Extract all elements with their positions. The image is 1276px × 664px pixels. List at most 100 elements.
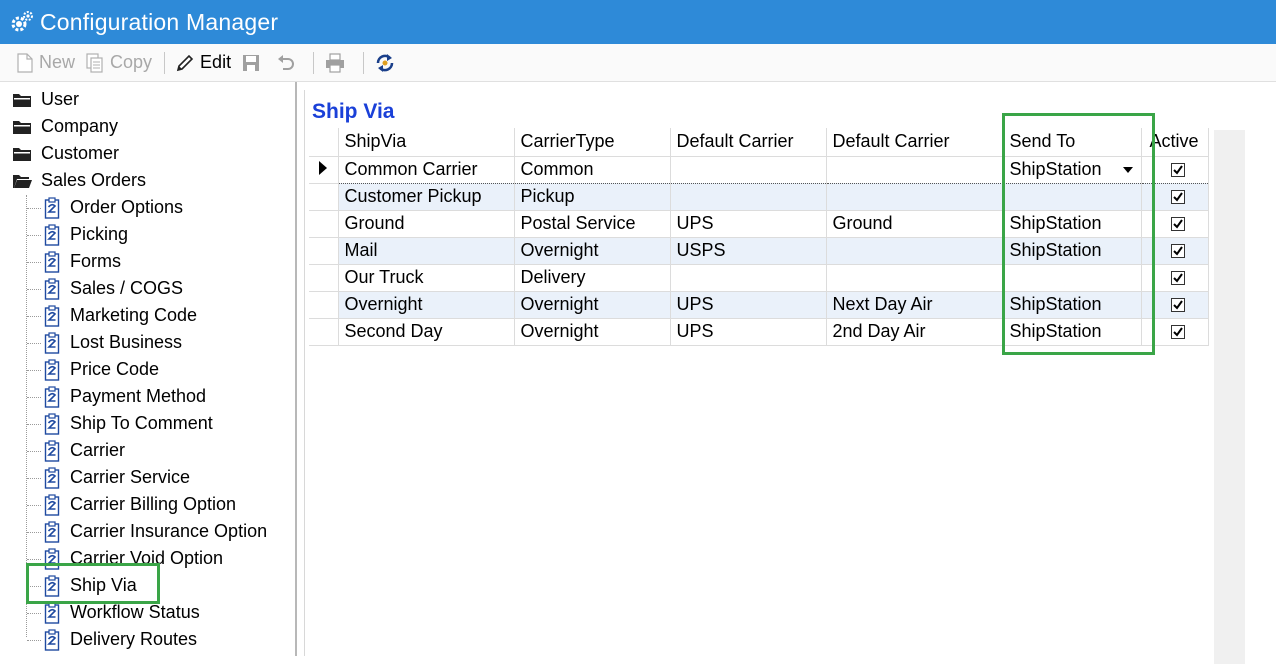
tree-item-payment-method[interactable]: Payment Method	[44, 383, 206, 410]
save-button[interactable]	[241, 53, 266, 73]
tree-item-marketing-code[interactable]: Marketing Code	[44, 302, 197, 329]
cell-active[interactable]	[1141, 318, 1209, 346]
cell-default-carrier-service[interactable]	[826, 183, 1004, 211]
row-header[interactable]	[309, 183, 339, 211]
row-header[interactable]	[309, 318, 339, 346]
cell-default-carrier[interactable]: UPS	[670, 210, 827, 238]
tree-item-carrier[interactable]: Carrier	[44, 437, 125, 464]
copy-button[interactable]: Copy	[85, 52, 152, 73]
cell-send-to[interactable]: ShipStation	[1003, 210, 1142, 238]
cell-default-carrier-service[interactable]: Ground	[826, 210, 1004, 238]
tree-folder-user[interactable]: User	[12, 86, 79, 113]
table-row[interactable]: Our Truck Delivery	[309, 264, 1209, 292]
cell-active[interactable]	[1141, 210, 1209, 238]
active-checkbox[interactable]	[1170, 163, 1185, 178]
cell-shipvia[interactable]: Ground	[338, 210, 515, 238]
row-header[interactable]	[309, 264, 339, 292]
table-row[interactable]: Second Day Overnight UPS 2nd Day Air ShipSta…	[309, 318, 1209, 346]
tree-item-sales-cogs[interactable]: Sales / COGS	[44, 275, 183, 302]
cell-default-carrier[interactable]	[670, 183, 827, 211]
cell-carrier-type[interactable]: Common	[514, 155, 671, 184]
refresh-button[interactable]	[374, 52, 401, 74]
tree-item-price-code[interactable]: Price Code	[44, 356, 159, 383]
row-header[interactable]	[309, 291, 339, 319]
chevron-down-icon[interactable]	[1122, 166, 1133, 173]
column-header-send-to[interactable]: Send To	[1003, 128, 1142, 157]
cell-shipvia[interactable]: Second Day	[338, 318, 515, 346]
tree-item-workflow-status[interactable]: Workflow Status	[44, 599, 200, 626]
column-header-carriertype[interactable]: CarrierType	[514, 128, 671, 157]
cell-default-carrier-service[interactable]	[826, 264, 1004, 292]
column-header-shipvia[interactable]: ShipVia	[338, 128, 515, 157]
cell-shipvia[interactable]: Our Truck	[338, 264, 515, 292]
tree-item-carrier-void-option[interactable]: Carrier Void Option	[44, 545, 223, 572]
send-to-dropdown[interactable]: ShipStation	[1010, 159, 1141, 180]
edit-button[interactable]: Edit	[175, 52, 231, 73]
tree-item-picking[interactable]: Picking	[44, 221, 128, 248]
active-checkbox[interactable]	[1170, 325, 1185, 340]
cell-active[interactable]	[1141, 183, 1209, 211]
cell-send-to[interactable]	[1003, 264, 1142, 292]
cell-default-carrier[interactable]: USPS	[670, 237, 827, 265]
active-checkbox[interactable]	[1170, 217, 1185, 232]
cell-shipvia[interactable]: Overnight	[338, 291, 515, 319]
row-header[interactable]	[309, 156, 339, 184]
tree-item-carrier-billing-option[interactable]: Carrier Billing Option	[44, 491, 236, 518]
cell-active[interactable]	[1141, 264, 1209, 292]
tree-item-forms[interactable]: Forms	[44, 248, 121, 275]
column-header-default-carrier[interactable]: Default Carrier	[670, 128, 827, 157]
tree-item-order-options[interactable]: Order Options	[44, 194, 183, 221]
cell-active[interactable]	[1141, 237, 1209, 265]
column-header-default-carrier-service[interactable]: Default Carrier	[826, 128, 1004, 157]
cell-send-to[interactable]: ShipStation	[1003, 237, 1142, 265]
tree-item-label: Ship Via	[70, 575, 137, 595]
undo-button[interactable]	[276, 53, 301, 73]
table-row[interactable]: Common Carrier Common ShipStation	[309, 155, 1209, 184]
tree-item-carrier-service[interactable]: Carrier Service	[44, 464, 190, 491]
cell-default-carrier-service[interactable]: Next Day Air	[826, 291, 1004, 319]
tree-item-delivery-routes[interactable]: Delivery Routes	[44, 626, 197, 653]
cell-carrier-type[interactable]: Delivery	[514, 264, 671, 292]
active-checkbox[interactable]	[1170, 271, 1185, 286]
cell-default-carrier[interactable]	[670, 264, 827, 292]
cell-active[interactable]	[1141, 155, 1209, 184]
cell-send-to[interactable]: ShipStation	[1003, 318, 1142, 346]
cell-default-carrier-service[interactable]	[826, 155, 1004, 184]
cell-carrier-type[interactable]: Pickup	[514, 183, 671, 211]
row-header[interactable]	[309, 210, 339, 238]
tree-folder-customer[interactable]: Customer	[12, 140, 119, 167]
new-button[interactable]: New	[16, 52, 75, 73]
tree-item-lost-business[interactable]: Lost Business	[44, 329, 182, 356]
active-checkbox[interactable]	[1170, 244, 1185, 259]
cell-default-carrier-service[interactable]: 2nd Day Air	[826, 318, 1004, 346]
active-checkbox[interactable]	[1170, 190, 1185, 205]
print-button[interactable]	[324, 52, 351, 73]
cell-carrier-type[interactable]: Overnight	[514, 237, 671, 265]
cell-carrier-type[interactable]: Overnight	[514, 291, 671, 319]
tree-item-ship-via[interactable]: Ship Via	[44, 572, 137, 599]
cell-default-carrier[interactable]	[670, 155, 827, 184]
table-row[interactable]: Overnight Overnight UPS Next Day Air ShipSta…	[309, 291, 1209, 319]
cell-active[interactable]	[1141, 291, 1209, 319]
table-row[interactable]: Mail Overnight USPS ShipStation	[309, 237, 1209, 265]
row-header[interactable]	[309, 237, 339, 265]
cell-send-to[interactable]	[1003, 183, 1142, 211]
table-row[interactable]: Ground Postal Service UPS Ground ShipStation	[309, 210, 1209, 238]
tree-item-ship-to-comment[interactable]: Ship To Comment	[44, 410, 213, 437]
tree-folder-sales-orders[interactable]: Sales Orders	[12, 167, 146, 194]
cell-default-carrier[interactable]: UPS	[670, 291, 827, 319]
table-row[interactable]: Customer Pickup Pickup	[309, 183, 1209, 211]
cell-carrier-type[interactable]: Overnight	[514, 318, 671, 346]
cell-shipvia[interactable]: Common Carrier	[338, 155, 515, 184]
cell-send-to[interactable]: ShipStation	[1003, 155, 1142, 184]
cell-shipvia[interactable]: Customer Pickup	[338, 183, 515, 211]
tree-item-carrier-insurance-option[interactable]: Carrier Insurance Option	[44, 518, 267, 545]
cell-default-carrier[interactable]: UPS	[670, 318, 827, 346]
active-checkbox[interactable]	[1170, 298, 1185, 313]
cell-default-carrier-service[interactable]	[826, 237, 1004, 265]
cell-send-to[interactable]: ShipStation	[1003, 291, 1142, 319]
column-header-active[interactable]: Active	[1141, 128, 1209, 157]
cell-carrier-type[interactable]: Postal Service	[514, 210, 671, 238]
cell-shipvia[interactable]: Mail	[338, 237, 515, 265]
tree-folder-company[interactable]: Company	[12, 113, 118, 140]
